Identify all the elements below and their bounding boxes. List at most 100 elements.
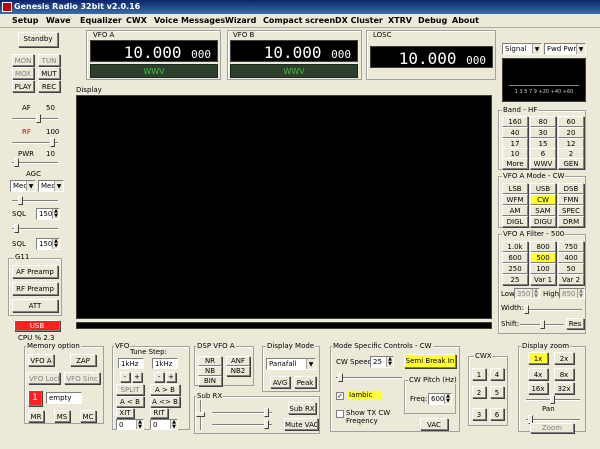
spin-arrows-icon[interactable]: ▲ ▼ xyxy=(136,420,143,429)
subrx-pan-slider[interactable] xyxy=(212,408,272,417)
agc-slider[interactable] xyxy=(12,196,58,205)
memory-recall-button[interactable]: MR xyxy=(28,410,44,422)
band-80-button[interactable]: 80 xyxy=(530,116,556,127)
spin-arrows-icon[interactable]: ▲ ▼ xyxy=(170,420,177,429)
bin-button[interactable]: BIN xyxy=(198,376,222,386)
filter-800-button[interactable]: 800 xyxy=(530,241,556,252)
subrx-vertical-thumb[interactable] xyxy=(196,412,205,417)
filter-var2-button[interactable]: Var 2 xyxy=(558,274,584,285)
sql-slider-1[interactable] xyxy=(12,224,58,233)
filter-width-slider[interactable] xyxy=(522,305,582,314)
memory-clear-button[interactable]: MC xyxy=(80,410,96,422)
mode-digl-button[interactable]: DIGL xyxy=(502,216,528,227)
zoom-8x-button[interactable]: 8x xyxy=(554,368,574,380)
mode-fmn-button[interactable]: FMN xyxy=(558,194,584,205)
filter-width-thumb[interactable] xyxy=(524,305,529,314)
mode-sam-button[interactable]: SAM xyxy=(530,205,556,216)
pwr-slider[interactable] xyxy=(12,158,58,167)
band-gen-button[interactable]: GEN xyxy=(558,158,584,169)
cwx-5-button[interactable]: 5 xyxy=(490,386,504,398)
mode-digu-button[interactable]: DIGU xyxy=(530,216,556,227)
filter-shift-slider[interactable] xyxy=(520,320,564,329)
vfo-a-frequency-display[interactable]: 10.000 000 xyxy=(90,40,218,62)
cw-speed-thumb[interactable] xyxy=(338,373,343,382)
mox-button[interactable]: MOX xyxy=(12,67,34,79)
cwx-6-button[interactable]: 6 xyxy=(490,408,504,420)
af-preamp-button[interactable]: AF Preamp xyxy=(12,265,58,278)
sql-stepper-1[interactable]: 150 ▲ ▼ xyxy=(36,208,60,220)
step-2-down-button[interactable]: - xyxy=(154,372,164,382)
iambic-checkbox[interactable]: ✓ xyxy=(336,392,344,400)
pan-slider-thumb[interactable] xyxy=(550,395,555,404)
filter-400-button[interactable]: 400 xyxy=(558,252,584,263)
memory-vfo-a-button[interactable]: VFO A xyxy=(28,354,54,366)
step-2-up-button[interactable]: + xyxy=(166,372,176,382)
meter-tx-select[interactable]: Fwd Pwr ▼ xyxy=(544,43,586,55)
zoom-2x-button[interactable]: 2x xyxy=(554,352,574,364)
tune-step-field-1[interactable]: 1kHz xyxy=(118,358,144,369)
cw-speed-slider[interactable] xyxy=(336,373,402,382)
a-to-b-button[interactable]: A > B xyxy=(150,384,180,395)
cw-vac-button[interactable]: VAC xyxy=(420,418,448,430)
nr-button[interactable]: NR xyxy=(198,356,222,366)
split-button[interactable]: SPLIT xyxy=(116,384,144,395)
display-scrollbar[interactable] xyxy=(76,322,492,329)
meter-mode-select[interactable]: Signal ▼ xyxy=(502,43,542,55)
nb-button[interactable]: NB xyxy=(198,366,222,376)
mode-dsb-button[interactable]: DSB xyxy=(558,183,584,194)
cwx-1-button[interactable]: 1 xyxy=(472,368,486,380)
menu-wizard[interactable]: Wizard xyxy=(225,14,256,28)
zoom-1x-button[interactable]: 1x xyxy=(528,352,548,364)
pan-slider[interactable] xyxy=(526,395,580,404)
show-tx-cw-checkbox[interactable] xyxy=(336,410,344,418)
semi-break-in-button[interactable]: Semi Break In xyxy=(404,354,456,368)
pwr-slider-thumb[interactable] xyxy=(14,158,19,167)
filter-600-button[interactable]: 600 xyxy=(502,252,528,263)
nb2-button[interactable]: NB2 xyxy=(226,366,250,376)
losc-frequency-display[interactable]: 10.000 000 xyxy=(370,46,493,68)
memory-zap-button[interactable]: ZAP xyxy=(70,354,96,366)
mode-usb-button[interactable]: USB xyxy=(530,183,556,194)
vfo-b-frequency-display[interactable]: 10.000 000 xyxy=(230,40,358,62)
anf-button[interactable]: ANF xyxy=(226,356,250,366)
subrx-button[interactable]: Sub RX xyxy=(288,402,316,414)
mode-drm-button[interactable]: DRM xyxy=(558,216,584,227)
vfo-lock-button[interactable]: VFO Lock xyxy=(28,372,60,384)
spin-arrows-icon[interactable]: ▲ ▼ xyxy=(577,289,584,298)
step-1-down-button[interactable]: - xyxy=(120,372,130,382)
subrx-pan-thumb[interactable] xyxy=(264,408,269,417)
agc-select-1[interactable]: Med ▼ xyxy=(10,180,36,192)
spin-arrows-icon[interactable]: ▲ ▼ xyxy=(52,239,59,249)
af-slider-thumb[interactable] xyxy=(36,114,41,123)
zoom-4x-button[interactable]: 4x xyxy=(528,368,548,380)
tun-button[interactable]: TUN xyxy=(38,54,60,66)
menu-equalizer[interactable]: Equalizer xyxy=(80,14,122,28)
menu-setup[interactable]: Setup xyxy=(12,14,38,28)
rec-button[interactable]: REC xyxy=(38,80,60,92)
band-60-button[interactable]: 60 xyxy=(558,116,584,127)
menu-xtrv[interactable]: XTRV xyxy=(388,14,412,28)
step-1-up-button[interactable]: + xyxy=(132,372,142,382)
band-20-button[interactable]: 20 xyxy=(558,127,584,138)
display-mode-select[interactable]: Panafall ▼ xyxy=(266,358,316,370)
mode-cw-button[interactable]: CW xyxy=(530,194,556,205)
xit-button[interactable]: XIT xyxy=(116,408,134,418)
b-to-a-button[interactable]: A < B xyxy=(116,396,144,407)
menu-compact-screen[interactable]: Compact screen xyxy=(263,14,335,28)
mode-am-button[interactable]: AM xyxy=(502,205,528,216)
af-slider[interactable] xyxy=(12,114,58,123)
agc-select-2[interactable]: Med ▼ xyxy=(38,180,64,192)
rit-button[interactable]: RIT xyxy=(150,408,168,418)
spin-arrows-icon[interactable]: ▲ ▼ xyxy=(532,289,539,298)
play-button[interactable]: PLAY xyxy=(12,80,34,92)
swap-vfo-button[interactable]: A <> B xyxy=(150,396,180,407)
spin-arrows-icon[interactable]: ▲ ▼ xyxy=(444,394,451,404)
filter-shift-thumb[interactable] xyxy=(540,320,545,329)
zoom-16x-button[interactable]: 16x xyxy=(528,382,548,394)
mode-spec-button[interactable]: SPEC xyxy=(558,205,584,216)
subrx-vertical-slider[interactable] xyxy=(196,400,205,430)
subrx-gain-thumb[interactable] xyxy=(264,420,269,429)
rf-preamp-button[interactable]: RF Preamp xyxy=(12,282,58,295)
mode-lsb-button[interactable]: LSB xyxy=(502,183,528,194)
memory-store-button[interactable]: MS xyxy=(54,410,70,422)
